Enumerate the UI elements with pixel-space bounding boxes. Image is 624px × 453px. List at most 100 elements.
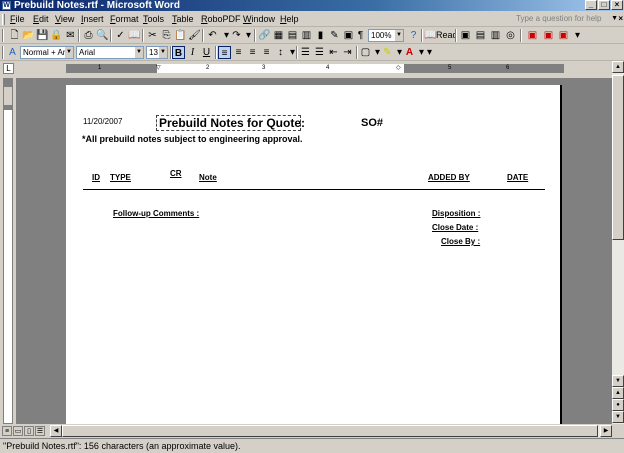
outline-view-icon[interactable]: ☰ [35, 426, 45, 436]
robopdf-icon-2[interactable]: ▤ [474, 29, 487, 42]
format-painter-icon[interactable]: 🖌 [188, 29, 201, 42]
italic-button[interactable]: I [186, 46, 199, 59]
horizontal-scrollbar[interactable]: ◀ ▶ [50, 425, 612, 437]
word-icon: W [2, 1, 11, 10]
title-bar: W Prebuild Notes.rtf - Microsoft Word _ … [0, 0, 624, 11]
robopdf-icon-3[interactable]: ▥ [489, 29, 502, 42]
research-icon[interactable]: 📖 [128, 29, 141, 42]
menu-robopdf[interactable]: RoboPDF [201, 13, 241, 26]
web-layout-icon[interactable]: ▭ [13, 426, 23, 436]
align-right-icon[interactable]: ≡ [246, 46, 259, 59]
menu-tools[interactable]: Tools [143, 13, 164, 26]
underline-button[interactable]: U [200, 46, 213, 59]
numbering-icon[interactable]: ☰ [299, 46, 312, 59]
style-dropdown-icon[interactable]: ▼ [65, 47, 73, 58]
align-left-icon[interactable]: ≡ [218, 46, 231, 59]
hyperlink-icon[interactable]: 🔗 [258, 29, 271, 42]
font-select[interactable]: Arial ▼ [76, 46, 144, 59]
help-dropdown-icon[interactable]: ▼ [611, 13, 618, 25]
robopdf-icon-1[interactable]: ▣ [459, 29, 472, 42]
horizontal-ruler[interactable]: 1 ▽ 2 3 4 ◇ 5 6 [66, 64, 564, 73]
scroll-down-icon[interactable]: ▼ [612, 375, 624, 387]
spelling-icon[interactable]: ✓ [114, 29, 127, 42]
scroll-up-icon[interactable]: ▲ [612, 61, 624, 73]
column-cr: CR [170, 169, 182, 178]
undo-icon[interactable]: ↶ [206, 29, 219, 42]
toolbar-options-icon[interactable]: ▾ [571, 29, 584, 42]
tables-borders-icon[interactable]: ▦ [272, 29, 285, 42]
close-date-label: Close Date : [432, 223, 479, 232]
document-workspace: 11/20/2007 Prebuild Notes for Quote: SO#… [16, 78, 612, 424]
tab-selector[interactable]: L [3, 63, 14, 74]
justify-icon[interactable]: ≡ [260, 46, 273, 59]
increase-indent-icon[interactable]: ⇥ [341, 46, 354, 59]
browse-object-icon[interactable]: ● [612, 399, 624, 411]
font-size-select[interactable]: 13 ▼ [146, 46, 168, 59]
styles-icon[interactable]: A [6, 46, 19, 59]
menu-help[interactable]: Help [280, 13, 299, 26]
email-icon[interactable]: ✉ [64, 29, 77, 42]
print-preview-icon[interactable]: 🔍 [96, 29, 109, 42]
menu-view[interactable]: View [55, 13, 74, 26]
menu-table[interactable]: Table [172, 13, 194, 26]
bullets-icon[interactable]: ☰ [313, 46, 326, 59]
engineering-note: *All prebuild notes subject to engineeri… [82, 134, 303, 144]
menu-edit[interactable]: Edit [33, 13, 49, 26]
normal-view-icon[interactable]: ≡ [2, 426, 12, 436]
vertical-ruler[interactable] [3, 78, 13, 424]
decrease-indent-icon[interactable]: ⇤ [327, 46, 340, 59]
vertical-scroll-thumb[interactable] [612, 75, 624, 240]
next-page-icon[interactable]: ▼ [612, 411, 624, 423]
disposition-label: Disposition : [432, 209, 481, 218]
drawing-icon[interactable]: ✎ [328, 29, 341, 42]
vertical-scrollbar[interactable]: ▲ ▼ ▲ ● ▼ [612, 61, 624, 424]
permission-icon[interactable]: 🔒 [50, 29, 63, 42]
menu-format[interactable]: Format [110, 13, 139, 26]
document-title[interactable]: Prebuild Notes for Quote: [156, 115, 305, 131]
followup-comments-label: Follow-up Comments : [113, 209, 200, 218]
horizontal-scroll-row: ≡ ▭ ▯ ☰ ◀ ▶ [0, 425, 624, 437]
so-label: SO# [361, 117, 384, 129]
show-hide-icon[interactable]: ¶ [354, 29, 367, 42]
print-icon[interactable]: ⎙ [82, 29, 95, 42]
columns-icon[interactable]: ▮ [314, 29, 327, 42]
maximize-button[interactable]: □ [598, 0, 610, 10]
save-icon[interactable]: 💾 [36, 29, 49, 42]
new-document-icon[interactable]: 🗋 [8, 29, 21, 42]
style-select[interactable]: Normal + Aria ▼ [20, 46, 74, 59]
pdf-icon-2[interactable]: ▣ [542, 29, 555, 42]
insert-excel-icon[interactable]: ▥ [300, 29, 313, 42]
font-dropdown-icon[interactable]: ▼ [135, 47, 143, 58]
minimize-button[interactable]: _ [585, 0, 597, 10]
bold-button[interactable]: B [172, 46, 185, 59]
help-search-input[interactable]: Type a question for help [516, 13, 606, 25]
copy-icon[interactable]: ⎘ [160, 29, 173, 42]
column-note: Note [199, 173, 217, 182]
scroll-left-icon[interactable]: ◀ [50, 425, 62, 437]
pdf-icon-1[interactable]: ▣ [526, 29, 539, 42]
horizontal-scroll-thumb[interactable] [62, 425, 598, 437]
menu-file[interactable]: File [10, 13, 25, 26]
open-folder-icon[interactable]: 📂 [22, 29, 35, 42]
paste-icon[interactable]: 📋 [174, 29, 187, 42]
document-close-icon[interactable]: × [618, 14, 623, 24]
help-icon[interactable]: ? [407, 29, 420, 42]
cut-icon[interactable]: ✂ [146, 29, 159, 42]
menu-insert[interactable]: Insert [81, 13, 104, 26]
print-layout-icon[interactable]: ▯ [24, 426, 34, 436]
insert-table-icon[interactable]: ▤ [286, 29, 299, 42]
align-center-icon[interactable]: ≡ [232, 46, 245, 59]
menu-window[interactable]: Window [243, 13, 275, 26]
scroll-right-icon[interactable]: ▶ [600, 425, 612, 437]
size-dropdown-icon[interactable]: ▼ [159, 47, 167, 58]
status-text: "Prebuild Notes.rtf": 156 characters (an… [3, 441, 241, 451]
pdf-icon-3[interactable]: ▣ [557, 29, 570, 42]
document-page[interactable]: 11/20/2007 Prebuild Notes for Quote: SO#… [66, 85, 562, 424]
column-id: ID [92, 173, 100, 182]
previous-page-icon[interactable]: ▲ [612, 387, 624, 399]
close-button[interactable]: × [611, 0, 623, 10]
robopdf-icon-4[interactable]: ◎ [504, 29, 517, 42]
zoom-select[interactable]: 100% ▼ [368, 29, 404, 42]
zoom-dropdown-icon[interactable]: ▼ [395, 30, 403, 41]
toolbar-options-icon[interactable]: ▾ [423, 46, 436, 59]
